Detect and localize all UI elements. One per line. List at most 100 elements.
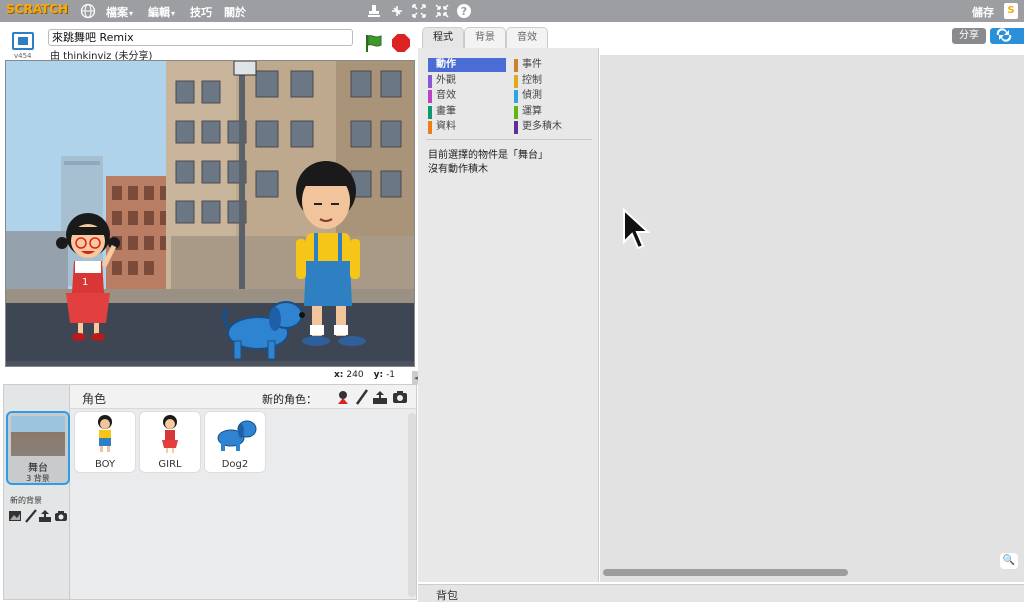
boy-thumbnail-icon xyxy=(98,415,112,452)
sprite-card-girl[interactable]: GIRL xyxy=(139,411,201,473)
palette-category[interactable]: 動作 xyxy=(428,58,506,72)
language-globe-icon[interactable] xyxy=(80,3,96,19)
help-icon[interactable]: ? xyxy=(456,3,472,19)
duplicate-stamp-icon[interactable] xyxy=(366,3,382,19)
palette-category[interactable]: 運算 xyxy=(514,105,592,119)
see-project-page-button[interactable] xyxy=(990,28,1024,44)
stage-header: v454 來跳舞吧 Remix 由 thinkinviz (未分享) xyxy=(0,22,418,62)
category-label: 動作 xyxy=(436,59,456,70)
sprite-card-name: GIRL xyxy=(158,459,182,470)
camera-backdrop-icon[interactable] xyxy=(54,509,68,523)
category-label: 事件 xyxy=(522,59,542,70)
category-label: 資料 xyxy=(436,121,456,132)
selected-object-message: 目前選擇的物件是「舞台」 xyxy=(428,150,548,161)
stop-button[interactable] xyxy=(392,34,410,52)
no-motion-blocks-message: 沒有動作積木 xyxy=(428,164,488,175)
camera-sprite-icon[interactable] xyxy=(392,389,408,405)
category-label: 音效 xyxy=(436,90,456,101)
stage-thumbnail-image xyxy=(11,416,65,456)
tab-backdrops[interactable]: 背景 xyxy=(464,27,506,48)
mouse-coordinates: x: 240 y: -1 xyxy=(334,370,396,380)
svg-text:?: ? xyxy=(461,5,467,18)
fullscreen-icon[interactable] xyxy=(12,32,34,50)
version-label: v454 xyxy=(14,52,32,60)
sprite-card-dog2[interactable]: Dog2 xyxy=(204,411,266,473)
shrink-icon[interactable] xyxy=(434,3,450,19)
choose-backdrop-from-library-icon[interactable] xyxy=(8,509,22,523)
palette-category[interactable]: 更多積木 xyxy=(514,120,592,134)
see-project-arrows-icon xyxy=(996,28,1012,42)
sprite-pane: 角色 新的角色： 舞台 3 背景 BOY GIRL Dog2 新的背景 xyxy=(3,384,417,600)
category-label: 控制 xyxy=(522,74,542,86)
palette-category[interactable]: 外觀 xyxy=(428,74,506,88)
category-color-bar xyxy=(428,74,432,88)
paint-new-sprite-icon[interactable] xyxy=(354,389,370,405)
share-button[interactable]: 分享 xyxy=(952,28,986,44)
menu-edit[interactable]: 編輯▾ xyxy=(148,4,175,20)
scratch-logo[interactable]: SCRATCH xyxy=(6,2,68,16)
delete-scissors-icon[interactable] xyxy=(389,3,405,19)
palette-category[interactable]: 偵測 xyxy=(514,89,592,103)
tab-sounds[interactable]: 音效 xyxy=(506,27,548,48)
stage-canvas[interactable]: 1 xyxy=(5,60,415,367)
green-flag-icon[interactable] xyxy=(364,33,384,53)
editor-tabs: 程式 背景 音效 xyxy=(418,22,1024,48)
tab-scripts[interactable]: 程式 xyxy=(422,27,464,48)
palette-category[interactable]: 畫筆 xyxy=(428,105,506,119)
upload-sprite-icon[interactable] xyxy=(372,389,388,405)
category-color-bar xyxy=(514,90,518,103)
upload-backdrop-icon[interactable] xyxy=(38,509,52,523)
category-label: 偵測 xyxy=(522,90,542,101)
palette-category[interactable]: 事件 xyxy=(514,58,592,72)
stage-thumbnail-name: 舞台 xyxy=(28,463,48,474)
category-color-bar xyxy=(428,121,432,134)
category-color-bar xyxy=(428,105,432,119)
stage-thumbnail-backdrop-count: 3 背景 xyxy=(26,474,50,483)
project-title-input[interactable]: 來跳舞吧 Remix xyxy=(48,29,353,46)
dog-thumbnail-icon xyxy=(217,420,257,451)
user-avatar[interactable]: S xyxy=(1004,3,1018,19)
stage-backdrop: 1 xyxy=(6,61,414,366)
mouse-x-value: 240 xyxy=(346,370,364,380)
script-area[interactable] xyxy=(600,55,1024,582)
zoom-out-icon[interactable]: 🔍 xyxy=(1000,553,1018,569)
category-label: 外觀 xyxy=(436,74,456,86)
save-menu[interactable]: 儲存 xyxy=(972,4,994,20)
menu-bar: SCRATCH 檔案▾ 編輯▾ 技巧 關於 ? 儲存 S xyxy=(0,0,1024,22)
category-color-bar xyxy=(514,59,518,72)
mouse-pointer-icon xyxy=(623,208,650,250)
grow-icon[interactable] xyxy=(411,3,427,19)
stage-thumbnail[interactable]: 舞台 3 背景 xyxy=(6,411,70,485)
sprite-pane-header: 角色 新的角色： xyxy=(70,385,416,409)
category-label: 畫筆 xyxy=(436,105,456,117)
backpack-bar[interactable]: 背包 xyxy=(418,584,1024,602)
category-label: 運算 xyxy=(522,105,542,117)
script-area-horizontal-scrollbar[interactable] xyxy=(603,569,848,576)
choose-sprite-from-library-icon[interactable] xyxy=(335,389,351,405)
menu-tips[interactable]: 技巧 xyxy=(190,4,212,20)
menu-file[interactable]: 檔案▾ xyxy=(106,4,133,20)
girl-thumbnail-icon xyxy=(162,415,178,453)
backpack-label: 背包 xyxy=(436,589,458,602)
category-color-bar xyxy=(428,59,432,72)
svg-text:1: 1 xyxy=(82,277,88,288)
menu-about[interactable]: 關於 xyxy=(224,4,246,20)
block-palette: 動作外觀音效畫筆資料 事件控制偵測運算更多積木 目前選擇的物件是「舞台」 沒有動… xyxy=(418,48,599,582)
palette-category[interactable]: 資料 xyxy=(428,120,506,134)
palette-category[interactable]: 控制 xyxy=(514,74,592,88)
sprite-card-name: BOY xyxy=(94,459,116,470)
new-backdrop-label: 新的背景 xyxy=(10,496,42,505)
sprites-heading: 角色 xyxy=(82,392,107,406)
sprite-list-scrollbar[interactable] xyxy=(408,413,416,597)
category-color-bar xyxy=(514,105,518,119)
paint-new-backdrop-icon[interactable] xyxy=(24,509,38,523)
palette-divider xyxy=(426,139,592,140)
category-color-bar xyxy=(514,121,518,134)
category-color-bar xyxy=(428,90,432,103)
new-sprite-label: 新的角色： xyxy=(262,393,317,406)
category-color-bar xyxy=(514,74,518,88)
palette-category[interactable]: 音效 xyxy=(428,89,506,103)
sprite-card-boy[interactable]: BOY xyxy=(74,411,136,473)
sprite-card-name: Dog2 xyxy=(221,459,249,470)
category-label: 更多積木 xyxy=(522,121,562,132)
